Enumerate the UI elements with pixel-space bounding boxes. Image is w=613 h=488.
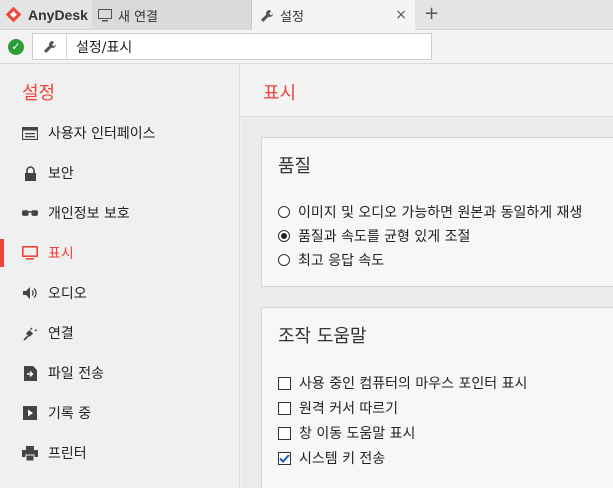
option-label: 이미지 및 오디오 가능하면 원본과 동일하게 재생 bbox=[298, 205, 583, 221]
monitor-icon bbox=[22, 245, 38, 261]
help-option-show-local-cursor[interactable]: 사용 중인 컴퓨터의 마우스 포인터 표시 bbox=[278, 373, 527, 393]
option-label: 시스템 키 전송 bbox=[299, 451, 386, 467]
tab-label: 새 연결 bbox=[118, 9, 159, 25]
sidebar-item-label: 개인정보 보호 bbox=[48, 206, 130, 222]
sidebar-item-label: 파일 전송 bbox=[48, 366, 104, 382]
main-header: 표시 bbox=[241, 65, 613, 117]
lock-icon bbox=[22, 165, 38, 181]
glasses-icon bbox=[22, 205, 38, 221]
sidebar-item-label: 표시 bbox=[48, 246, 74, 262]
sidebar-item-label: 연결 bbox=[48, 326, 74, 342]
sidebar-item-display[interactable]: 표시 bbox=[0, 233, 240, 273]
sidebar-title: 설정 bbox=[22, 83, 56, 104]
sidebar-item-privacy[interactable]: 개인정보 보호 bbox=[0, 193, 240, 233]
sidebar-item-printer[interactable]: 프린터 bbox=[0, 433, 240, 473]
help-option-send-system-keys[interactable]: 시스템 키 전송 bbox=[278, 448, 385, 468]
sidebar-item-connection[interactable]: 연결 bbox=[0, 313, 240, 353]
option-label: 창 이동 도움말 표시 bbox=[299, 426, 416, 442]
radio-button[interactable] bbox=[278, 206, 290, 218]
sidebar-item-label: 기록 중 bbox=[48, 406, 92, 422]
option-label: 품질과 속도를 균형 있게 조절 bbox=[298, 229, 471, 245]
address-bar: ✓ 설정/표시 bbox=[0, 30, 613, 64]
checkmark-icon bbox=[279, 453, 290, 463]
anydesk-logo-icon bbox=[5, 6, 22, 23]
address-text[interactable]: 설정/표시 bbox=[67, 37, 132, 57]
address-field[interactable]: 설정/표시 bbox=[32, 33, 432, 60]
checkbox[interactable] bbox=[278, 426, 291, 440]
tab-close-icon[interactable]: × bbox=[395, 8, 407, 22]
radio-button-selected[interactable] bbox=[278, 230, 290, 242]
checkbox-checked[interactable] bbox=[278, 451, 291, 465]
quality-option-original[interactable]: 이미지 및 오디오 가능하면 원본과 동일하게 재생 bbox=[278, 202, 582, 222]
option-label: 사용 중인 컴퓨터의 마우스 포인터 표시 bbox=[299, 376, 528, 392]
file-transfer-icon bbox=[22, 365, 38, 381]
sidebar-item-recording[interactable]: 기록 중 bbox=[0, 393, 240, 433]
sidebar-item-file-transfer[interactable]: 파일 전송 bbox=[0, 353, 240, 393]
quality-option-fastest[interactable]: 최고 응답 속도 bbox=[278, 250, 384, 270]
help-title: 조작 도움말 bbox=[278, 326, 367, 347]
quality-title: 품질 bbox=[278, 156, 312, 177]
sidebar-item-label: 프린터 bbox=[48, 446, 87, 462]
help-option-window-move-help[interactable]: 창 이동 도움말 표시 bbox=[278, 423, 415, 443]
printer-icon bbox=[22, 445, 38, 461]
add-tab-button[interactable]: + bbox=[424, 4, 439, 24]
tab-bar: AnyDesk 새 연결 설정 × + bbox=[0, 0, 613, 31]
checkbox[interactable] bbox=[278, 376, 291, 390]
anydesk-brand[interactable]: AnyDesk bbox=[0, 0, 92, 30]
monitor-icon bbox=[98, 8, 112, 22]
page-title: 표시 bbox=[263, 83, 297, 104]
wrench-icon bbox=[260, 9, 274, 23]
sidebar-item-user-interface[interactable]: 사용자 인터페이스 bbox=[0, 113, 240, 153]
sidebar-item-label: 사용자 인터페이스 bbox=[48, 126, 156, 142]
help-panel: 조작 도움말 사용 중인 컴퓨터의 마우스 포인터 표시 원격 커서 따르기 창… bbox=[261, 307, 613, 488]
settings-main: 표시 품질 이미지 및 오디오 가능하면 원본과 동일하게 재생 품질과 속도를… bbox=[241, 65, 613, 488]
option-label: 최고 응답 속도 bbox=[298, 253, 385, 269]
check-circle-icon: ✓ bbox=[8, 39, 24, 55]
option-label: 원격 커서 따르기 bbox=[299, 401, 399, 417]
window-icon bbox=[22, 125, 38, 141]
tab-settings[interactable]: 설정 × bbox=[252, 0, 415, 31]
quality-panel: 품질 이미지 및 오디오 가능하면 원본과 동일하게 재생 품질과 속도를 균형… bbox=[261, 137, 613, 287]
radio-button[interactable] bbox=[278, 254, 290, 266]
sidebar-item-audio[interactable]: 오디오 bbox=[0, 273, 240, 313]
settings-sidebar: 설정 사용자 인터페이스 보안 개인정보 보호 표시 오디오 연결 파일 전송 … bbox=[0, 65, 240, 488]
sidebar-item-label: 오디오 bbox=[48, 286, 87, 302]
help-option-follow-remote-cursor[interactable]: 원격 커서 따르기 bbox=[278, 398, 398, 418]
tab-label: 설정 bbox=[280, 10, 304, 25]
brand-name: AnyDesk bbox=[28, 7, 88, 23]
quality-option-balanced[interactable]: 품질과 속도를 균형 있게 조절 bbox=[278, 226, 470, 246]
tab-new-connection[interactable]: 새 연결 bbox=[92, 0, 252, 30]
record-icon bbox=[22, 405, 38, 421]
speaker-icon bbox=[22, 285, 38, 301]
sidebar-item-label: 보안 bbox=[48, 166, 74, 182]
wrench-icon bbox=[33, 34, 67, 59]
sidebar-item-security[interactable]: 보안 bbox=[0, 153, 240, 193]
checkbox[interactable] bbox=[278, 401, 291, 415]
plug-icon bbox=[22, 325, 38, 341]
